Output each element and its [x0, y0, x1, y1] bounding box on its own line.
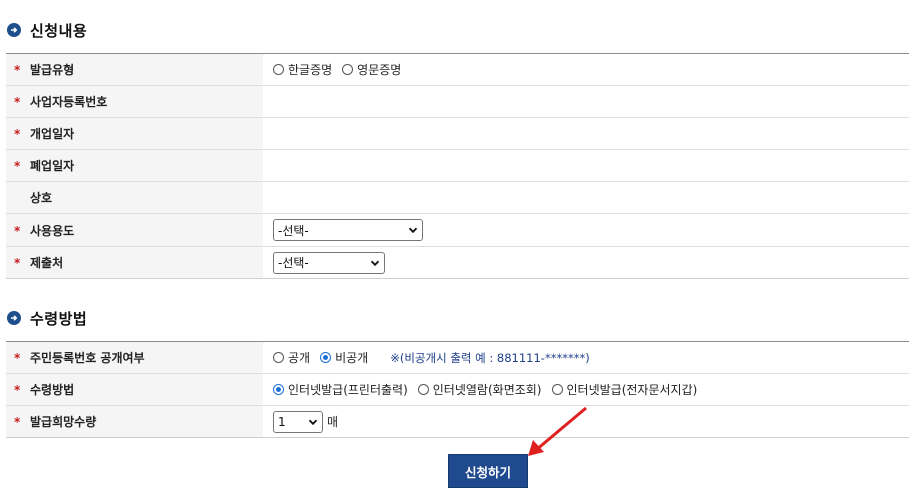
section-title-application: 신청내용 — [7, 20, 87, 40]
application-form-table: * 발급유형 한글증명 영문증명 * 사업자등록번호 * 개업일자 * 폐업일자 상호 … — [6, 53, 909, 279]
label-open-date: 개업일자 — [30, 127, 75, 141]
disclosure-radio-group: 공개 비공개 ※(비공개시 출력 예 : 881111-*******) — [273, 349, 909, 366]
receive-radio-group[interactable]: 인터넷발급(프린터출력) 인터넷열람(화면조회) 인터넷발급(전자문서지갑) — [273, 381, 909, 398]
trade-name-value — [263, 181, 909, 214]
label-close-date: 폐업일자 — [30, 159, 75, 173]
label-biz-no: 사업자등록번호 — [30, 95, 108, 109]
apply-button[interactable]: 신청하기 — [448, 454, 528, 488]
section-title-receive: 수령방법 — [7, 308, 87, 328]
required-mark: * — [14, 223, 21, 238]
required-mark: * — [14, 95, 21, 109]
row-purpose: * 사용용도 -선택- — [6, 213, 909, 247]
required-mark: * — [14, 351, 21, 365]
row-quantity: * 발급희망수량 1 매 — [6, 405, 909, 438]
quantity-unit: 매 — [327, 415, 339, 429]
submit-to-select[interactable]: -선택- — [273, 251, 385, 274]
row-open-date: * 개업일자 — [6, 117, 909, 150]
disclosure-note: ※(비공개시 출력 예 : 881111-*******) — [390, 350, 590, 365]
label-quantity: 발급희망수량 — [30, 415, 97, 429]
chevron-down-icon — [308, 419, 318, 425]
radio-internet-view[interactable]: 인터넷열람(화면조회) — [417, 381, 542, 398]
required-mark: * — [14, 256, 21, 270]
row-submit-to: * 제출처 -선택- — [6, 246, 909, 279]
row-biz-no: * 사업자등록번호 — [6, 85, 909, 118]
radio-internet-print[interactable]: 인터넷발급(프린터출력) — [273, 381, 408, 398]
radio-internet-wallet[interactable]: 인터넷발급(전자문서지갑) — [551, 381, 697, 398]
required-mark: * — [14, 127, 21, 141]
arrow-right-circle-icon — [7, 23, 21, 37]
open-date-value — [263, 117, 909, 150]
required-mark: * — [14, 159, 21, 173]
biz-no-value — [263, 85, 909, 118]
label-submit-to: 제출처 — [30, 256, 64, 270]
quantity-select[interactable]: 1 — [273, 410, 323, 433]
issue-type-radio-group: 한글증명 영문증명 — [273, 61, 909, 78]
required-mark: * — [14, 63, 21, 77]
row-receive-method: * 수령방법 인터넷발급(프린터출력) 인터넷열람(화면조회) 인터넷발급(전자문… — [6, 373, 909, 406]
radio-not-disclose[interactable]: 비공개 — [320, 349, 368, 366]
chevron-down-icon — [370, 260, 380, 266]
label-issue-type: 발급유형 — [30, 63, 75, 77]
radio-english-cert[interactable]: 영문증명 — [342, 61, 401, 78]
radio-korean-cert[interactable]: 한글증명 — [273, 61, 332, 78]
receive-form-table: * 주민등록번호 공개여부 공개 비공개 ※(비공개시 출력 예 : 881111… — [6, 341, 909, 438]
section-title-text: 수령방법 — [30, 309, 88, 328]
row-close-date: * 폐업일자 — [6, 149, 909, 182]
red-arrow-icon — [528, 406, 587, 456]
required-mark: * — [14, 383, 21, 397]
section-title-text: 신청내용 — [30, 21, 88, 40]
label-trade-name: 상호 — [30, 191, 53, 205]
arrow-right-circle-icon — [7, 311, 21, 325]
label-disclosure: 주민등록번호 공개여부 — [30, 351, 145, 365]
label-receive-method: 수령방법 — [30, 383, 75, 397]
chevron-down-icon — [408, 227, 418, 234]
row-disclosure: * 주민등록번호 공개여부 공개 비공개 ※(비공개시 출력 예 : 881111… — [6, 341, 909, 374]
purpose-select[interactable]: -선택- — [273, 219, 423, 241]
label-purpose: 사용용도 — [30, 223, 75, 238]
required-mark: * — [14, 415, 21, 429]
radio-disclose[interactable]: 공개 — [273, 349, 310, 366]
row-trade-name: 상호 — [6, 181, 909, 214]
close-date-value — [263, 149, 909, 182]
row-issue-type: * 발급유형 한글증명 영문증명 — [6, 53, 909, 86]
